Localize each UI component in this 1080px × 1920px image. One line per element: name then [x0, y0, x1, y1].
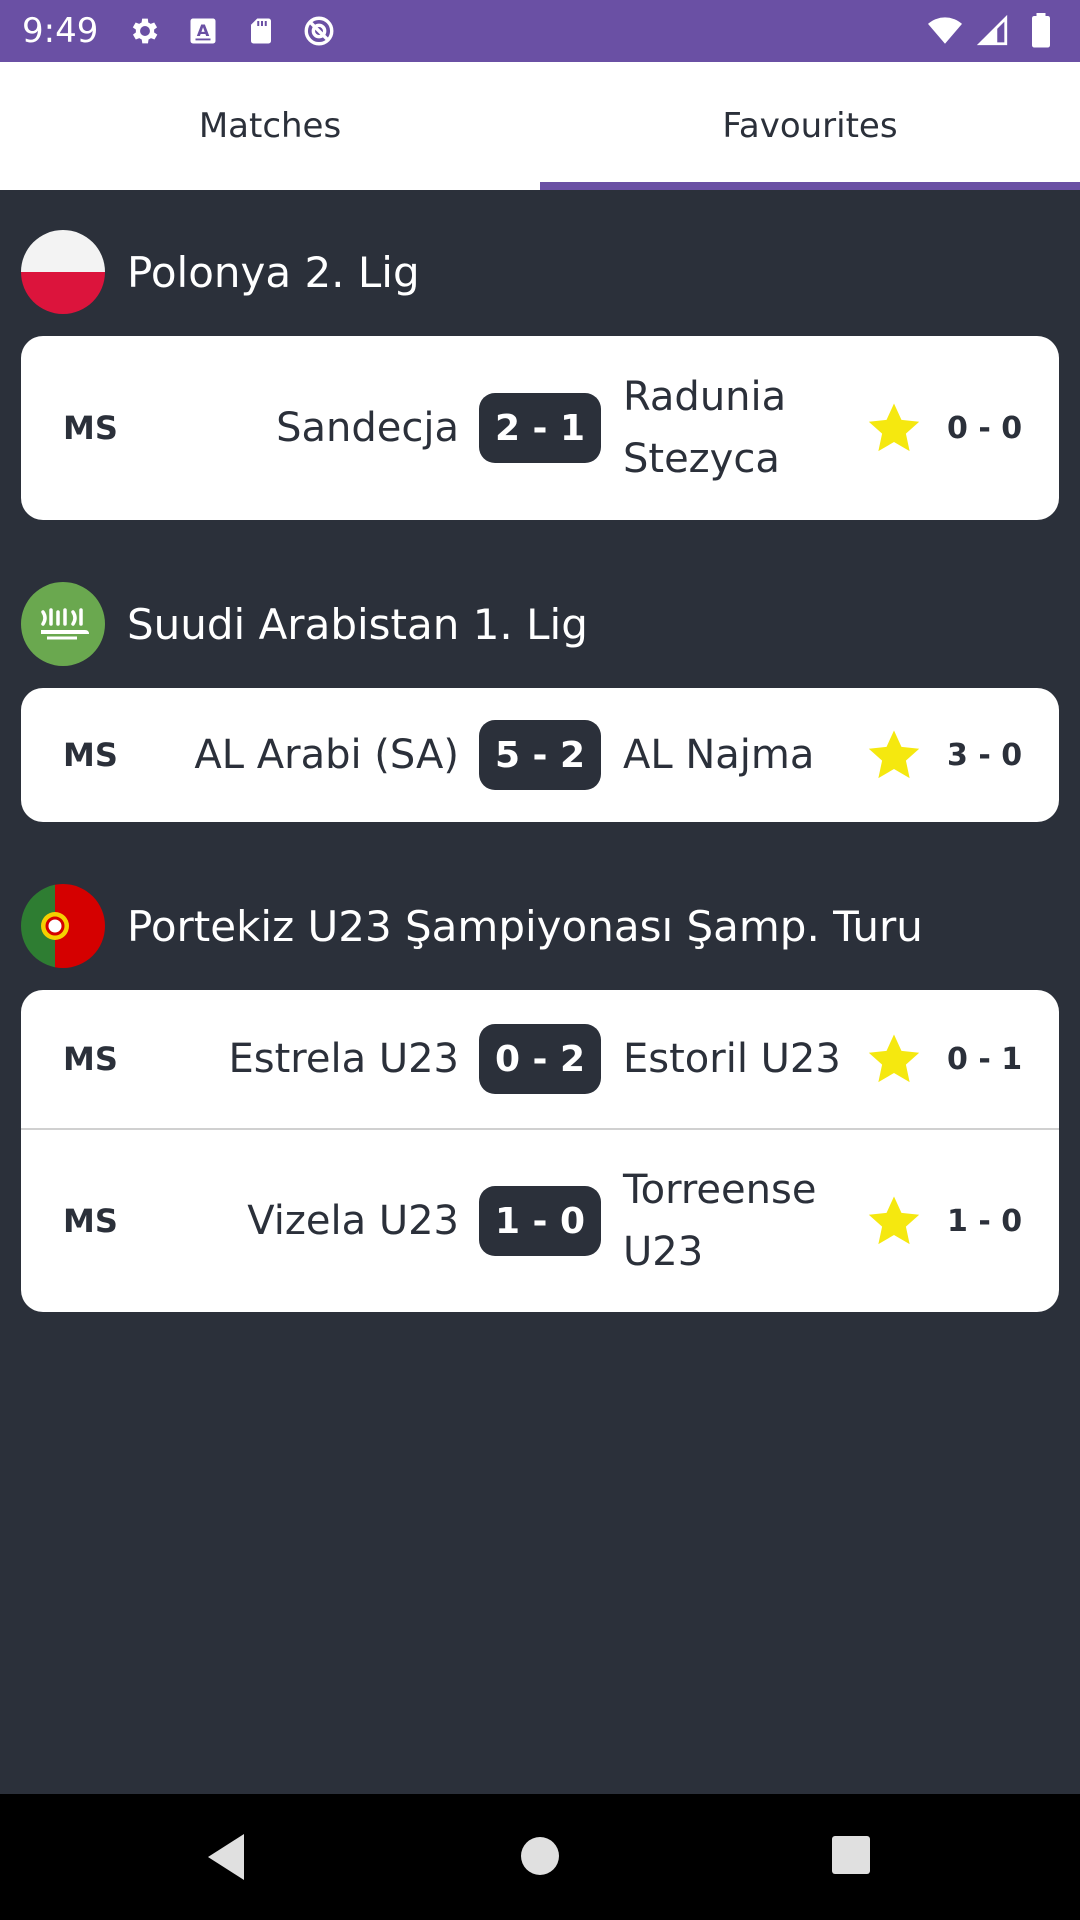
- home-team: Sandecja: [276, 405, 459, 451]
- status-bar: 9:49 A: [0, 0, 1080, 62]
- signal-icon: [976, 14, 1010, 48]
- away-team: Radunia Stezyca: [623, 374, 787, 482]
- score-badge: 5 - 2: [479, 720, 601, 790]
- status-icons-right: [928, 13, 1058, 48]
- tab-matches[interactable]: Matches: [0, 62, 540, 190]
- favourite-star-icon[interactable]: [866, 400, 922, 456]
- match-status: MS: [63, 409, 118, 447]
- match-card: MS Estrela U23 0 - 2 Estoril U23 0 - 1 M…: [21, 990, 1059, 1312]
- score-badge: 0 - 2: [479, 1024, 601, 1094]
- match-status: MS: [63, 1040, 118, 1078]
- half-time-score: 1 - 0: [947, 1203, 1023, 1239]
- a-keyboard-icon: A: [186, 14, 220, 48]
- league-name: Polonya 2. Lig: [127, 247, 420, 297]
- match-row[interactable]: MS Sandecja 2 - 1 Radunia Stezyca 0 - 0: [21, 336, 1059, 520]
- home-team: AL Arabi (SA): [194, 732, 459, 778]
- match-row[interactable]: MS Estrela U23 0 - 2 Estoril U23 0 - 1: [21, 990, 1059, 1128]
- half-time-score: 0 - 1: [947, 1041, 1023, 1077]
- saudi-arabia-flag-icon: [21, 582, 105, 666]
- home-team: Vizela U23: [247, 1198, 459, 1244]
- favourites-list[interactable]: Polonya 2. Lig MS Sandecja 2 - 1 Radunia…: [0, 190, 1080, 1794]
- score-badge: 1 - 0: [479, 1186, 601, 1256]
- match-status: MS: [63, 736, 118, 774]
- home-team: Estrela U23: [228, 1036, 460, 1082]
- league-header-poland[interactable]: Polonya 2. Lig: [21, 230, 420, 314]
- league-header-saudi-arabia[interactable]: Suudi Arabistan 1. Lig: [21, 582, 588, 666]
- home-icon[interactable]: [518, 1834, 562, 1878]
- match-row[interactable]: MS AL Arabi (SA) 5 - 2 AL Najma 3 - 0: [21, 688, 1059, 822]
- league-name: Portekiz U23 Şampiyonası Şamp. Turu: [127, 901, 923, 951]
- favourite-star-icon[interactable]: [866, 727, 922, 783]
- away-team: Estoril U23: [623, 1036, 841, 1082]
- score-badge: 2 - 1: [479, 393, 601, 463]
- match-card: MS Sandecja 2 - 1 Radunia Stezyca 0 - 0: [21, 336, 1059, 520]
- away-team: Torreense U23: [623, 1167, 817, 1275]
- status-time: 9:49: [22, 11, 99, 51]
- navigation-bar: [0, 1794, 1080, 1920]
- svg-text:A: A: [197, 21, 210, 40]
- half-time-score: 0 - 0: [947, 410, 1023, 446]
- recents-icon[interactable]: [830, 1834, 872, 1876]
- league-name: Suudi Arabistan 1. Lig: [127, 599, 588, 649]
- portugal-flag-icon: [21, 884, 105, 968]
- match-status: MS: [63, 1202, 118, 1240]
- poland-flag-icon: [21, 230, 105, 314]
- back-icon[interactable]: [204, 1832, 248, 1882]
- battery-icon: [1024, 13, 1058, 48]
- gear-icon: [128, 14, 162, 48]
- league-header-portugal[interactable]: Portekiz U23 Şampiyonası Şamp. Turu: [21, 884, 923, 968]
- status-icons-left: A: [128, 14, 336, 48]
- sd-card-icon: [244, 14, 278, 48]
- tab-bar: Matches Favourites: [0, 62, 1080, 190]
- favourite-star-icon[interactable]: [866, 1193, 922, 1249]
- tab-favourites[interactable]: Favourites: [540, 62, 1080, 190]
- match-row[interactable]: MS Vizela U23 1 - 0 Torreense U23 1 - 0: [21, 1128, 1059, 1312]
- away-team: AL Najma: [623, 732, 815, 778]
- wifi-icon: [928, 14, 962, 48]
- half-time-score: 3 - 0: [947, 737, 1023, 773]
- no-disturb-icon: [302, 14, 336, 48]
- favourite-star-icon[interactable]: [866, 1031, 922, 1087]
- match-card: MS AL Arabi (SA) 5 - 2 AL Najma 3 - 0: [21, 688, 1059, 822]
